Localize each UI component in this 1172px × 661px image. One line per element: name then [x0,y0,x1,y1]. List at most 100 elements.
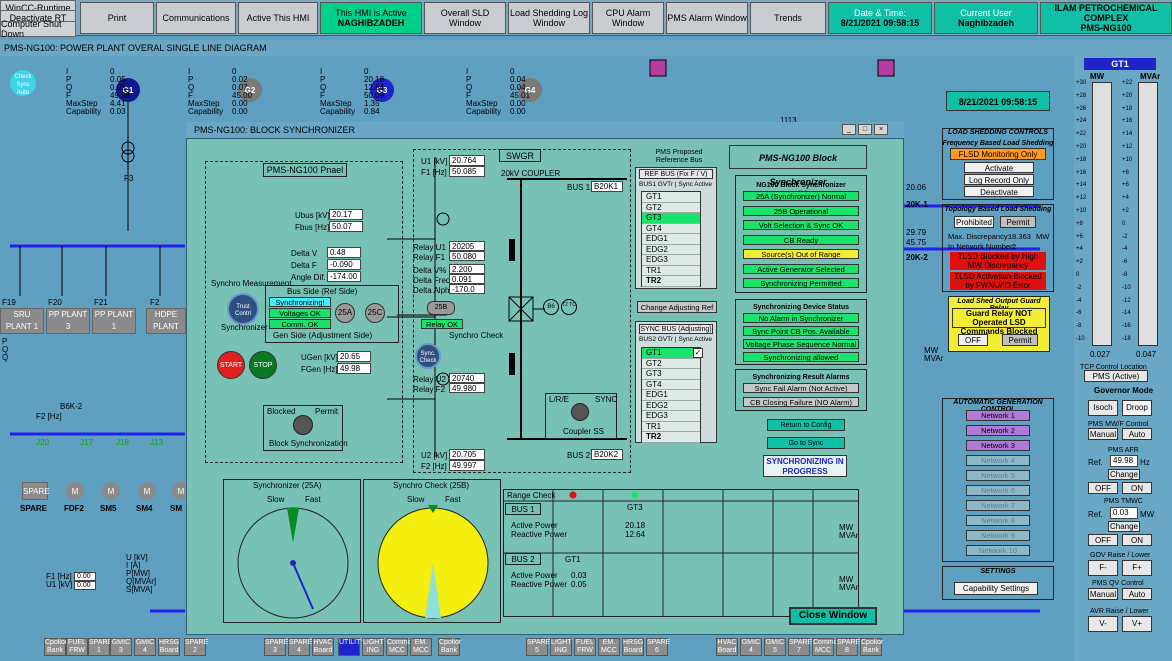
guard-off-button[interactable]: OFF [958,334,988,346]
pms-alarm-button[interactable]: PMS Alarm Window [666,2,748,34]
breaker-b6-icon[interactable]: B6 [543,299,559,315]
pp-plant1-button[interactable]: PP PLANT 1 [92,308,136,334]
bottom-feeder-button[interactable]: UTILITY [338,638,365,656]
shutdown-button[interactable]: Computer Shut Down [0,19,76,39]
dialog-title-bar[interactable]: PMS-NG100: BLOCK SYNCHRONIZER _ □ × [186,122,904,138]
bottom-feeder-button[interactable]: HVAC Board [312,638,334,656]
source-list-item[interactable]: GT2 [642,203,700,213]
bottom-feeder-button[interactable]: EM. MCC [598,638,620,656]
cpu-alarm-button[interactable]: CPU Alarm Window [592,2,664,34]
bottom-feeder-button[interactable]: Cpolior Bank [44,638,67,656]
tmwc-change-button[interactable]: Change [1108,521,1140,532]
capability-settings-button[interactable]: Capability Settings [954,582,1038,595]
source-list-item[interactable]: EDG3 [642,255,700,266]
permit-button[interactable]: Permit [1000,216,1036,228]
bottom-feeder-button[interactable]: GMIC 4 [740,638,762,656]
f-plus-button[interactable]: F+ [1122,560,1152,576]
minimize-icon[interactable]: _ [842,124,856,135]
hdpe-plant-button[interactable]: HDPE PLANT [146,308,186,334]
network-button[interactable]: Network 6 [966,485,1030,496]
source-list-item[interactable]: EDG3 [642,411,700,422]
guard-permit-button[interactable]: Permit [1002,334,1038,346]
afr-on-button[interactable]: ON [1122,482,1152,494]
network-button[interactable]: Network 3 [966,440,1030,451]
bottom-feeder-button[interactable]: SPARE 7 [788,638,812,656]
source-list-item[interactable]: GT3 [642,369,700,380]
afr-off-button[interactable]: OFF [1088,482,1118,494]
bottom-feeder-button[interactable]: LIGHT ING [362,638,384,656]
bottom-feeder-button[interactable]: SPARE 5 [526,638,550,656]
close-icon[interactable]: × [874,124,888,135]
bottom-feeder-button[interactable]: SPARE 3 [264,638,288,656]
close-window-button[interactable]: Close Window [789,607,877,625]
source-list-item[interactable]: TR2 [642,276,700,287]
source-list-item[interactable]: GT1 [642,192,700,203]
source-list-item[interactable]: TR2 [642,432,700,443]
maximize-icon[interactable]: □ [858,124,872,135]
network-button[interactable]: Network 2 [966,425,1030,436]
source-list-item[interactable]: GT2 [642,359,700,369]
block-sync-switch-icon[interactable] [293,415,313,435]
bottom-feeder-button[interactable]: SPARE 6 [646,638,670,656]
bottom-feeder-button[interactable]: HRSG Board [158,638,180,656]
network-button[interactable]: Network 5 [966,470,1030,481]
bottom-feeder-button[interactable]: Cpolior Bank [438,638,461,656]
source-list-item[interactable]: GT4 [642,224,700,234]
mwf-auto-button[interactable]: Auto [1122,428,1152,440]
source-list-item[interactable]: GT4 [642,380,700,390]
relay-25a-icon[interactable]: 25A [335,303,355,323]
tmwc-ref-value[interactable]: 0.03 [1110,507,1138,519]
prohibited-button[interactable]: Prohibited [954,216,994,228]
bottom-feeder-button[interactable]: HRSG Board [622,638,644,656]
activate-button[interactable]: Activate [964,162,1034,173]
coupler-selector-icon[interactable] [571,403,589,421]
trends-button[interactable]: Trends [750,2,826,34]
relay-25c-icon[interactable]: 25C [365,303,385,323]
overall-sld-button[interactable]: Overall SLD Window [424,2,506,34]
change-adjusting-ref-button[interactable]: Change Adjusting Ref [637,301,717,313]
qv-manual-button[interactable]: Manual [1088,588,1118,600]
f-minus-button[interactable]: F- [1088,560,1118,576]
afr-ref-value[interactable]: 49.98 [1110,455,1138,467]
relay-25b-icon[interactable]: 25B [427,301,455,315]
tmwc-off-button[interactable]: OFF [1088,534,1118,546]
source-list-item[interactable]: GT1 [642,348,700,359]
bottom-feeder-button[interactable]: SPARE 8 [836,638,860,656]
source-list-item[interactable]: EDG1 [642,390,700,401]
bottom-feeder-button[interactable]: FUEL FRW [574,638,596,656]
network-button[interactable]: Network 4 [966,455,1030,466]
bottom-feeder-button[interactable]: GMIC 3 [110,638,132,656]
go-sync-button[interactable]: Go to Sync [767,437,845,449]
spare-feeder[interactable]: SPARE [22,482,50,500]
source-list-item[interactable]: EDG2 [642,401,700,411]
bottom-feeder-button[interactable]: Common MCC [812,638,841,656]
network-button[interactable]: Network 7 [966,500,1030,511]
start-button[interactable]: START [217,351,245,379]
droop-button[interactable]: Droop [1122,400,1152,416]
bottom-feeder-button[interactable]: Cpolior Bank [860,638,883,656]
source-list-item[interactable]: GT3 [642,213,700,224]
tmwc-on-button[interactable]: ON [1122,534,1152,546]
print-button[interactable]: Print [80,2,154,34]
isoch-button[interactable]: Isoch [1088,400,1118,416]
check-icon[interactable]: ✓ [693,348,703,358]
bottom-feeder-button[interactable]: GMIC 5 [764,638,786,656]
bottom-feeder-button[interactable]: SPARE 4 [288,638,312,656]
network-button[interactable]: Network 10 [966,545,1030,556]
load-shedding-log-button[interactable]: Load Shedding Log Window [508,2,590,34]
t2tc-icon[interactable]: T2 TC [561,299,577,315]
active-hmi-button[interactable]: Active This HMI [238,2,318,34]
bottom-feeder-button[interactable]: SPARE 1 [88,638,112,656]
sync-check-unit-icon[interactable]: Sync. Check [415,343,441,369]
gt-selector[interactable]: GT1 [1084,58,1156,70]
source-list-item[interactable]: EDG1 [642,234,700,245]
bottom-feeder-button[interactable]: FUEL FRW [66,638,88,656]
network-button[interactable]: Network 1 [966,410,1030,421]
source-list-item[interactable]: TR1 [642,422,700,432]
network-button[interactable]: Network 9 [966,530,1030,541]
mwf-manual-button[interactable]: Manual [1088,428,1118,440]
bottom-feeder-button[interactable]: Common MCC [386,638,415,656]
log-record-button[interactable]: Log Record Only [964,174,1034,185]
return-config-button[interactable]: Return to Config [767,419,845,431]
pp-plant3-button[interactable]: PP PLANT 3 [46,308,90,334]
